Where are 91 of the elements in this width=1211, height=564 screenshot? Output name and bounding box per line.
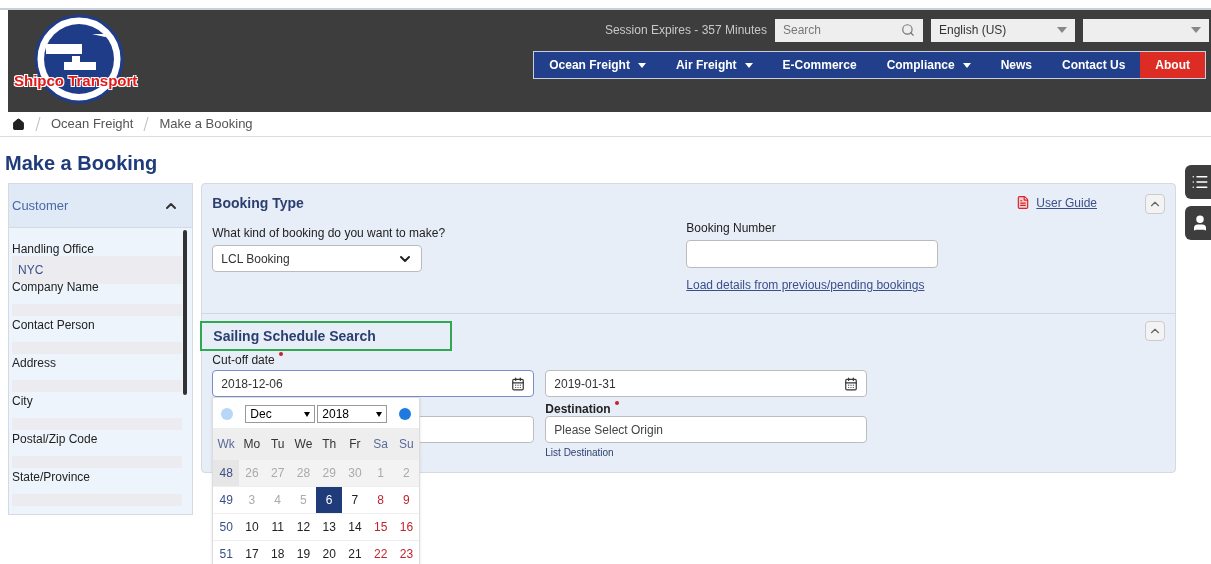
calendar-icon[interactable] — [844, 376, 859, 391]
field-label: State/Province — [12, 469, 92, 484]
breadcrumb-link[interactable]: Make a Booking — [159, 114, 253, 134]
calendar-day[interactable]: 13 — [316, 514, 343, 540]
nav-link[interactable]: Air Freight — [660, 52, 768, 78]
field-label: City — [12, 393, 34, 408]
breadcrumb-separator-icon — [35, 117, 41, 131]
load-details-link[interactable]: Load details from previous/pending bookings — [686, 276, 1017, 294]
caret-icon — [962, 62, 971, 68]
field-label: Destination — [545, 401, 611, 416]
section-title: Booking Type — [212, 194, 305, 213]
caret-icon — [304, 411, 311, 417]
calendar-day[interactable]: 7 — [342, 487, 368, 513]
calendar-day[interactable]: 23 — [393, 541, 420, 564]
field-label: Cut-off date — [212, 352, 275, 369]
calendar-day[interactable]: 12 — [290, 514, 317, 540]
language-select[interactable]: English (US) — [931, 18, 1075, 42]
pdf-file-icon — [1016, 194, 1031, 211]
destination-field[interactable]: Please Select Origin — [545, 416, 868, 443]
nav-link[interactable]: Compliance — [871, 52, 986, 78]
weekday-header: Mo — [242, 436, 262, 453]
side-tab[interactable] — [1185, 206, 1211, 240]
breadcrumb-link[interactable]: Ocean Freight — [51, 114, 134, 134]
field-label: Handling Office — [12, 241, 95, 256]
weekday-header: Su — [398, 436, 415, 453]
weekday-header: Fr — [348, 436, 362, 453]
field-label: Booking Number — [686, 220, 777, 237]
calendar-day[interactable]: 20 — [316, 541, 343, 564]
nav-link[interactable]: About — [1140, 52, 1205, 78]
panel-header[interactable]: Customer — [9, 184, 193, 228]
section-title: Sailing Schedule Search — [200, 321, 453, 351]
calendar-day[interactable]: 14 — [342, 514, 368, 540]
week-number: 49 — [218, 492, 234, 509]
calendar-day[interactable]: 17 — [239, 541, 265, 564]
cutoff-date-field[interactable]: 2018-12-06 — [212, 370, 535, 397]
booking-type-select[interactable]: LCL Booking — [212, 245, 423, 272]
field-label: Postal/Zip Code — [12, 431, 99, 446]
list-icon — [1191, 173, 1209, 191]
caret-icon — [376, 411, 383, 417]
week-number: 51 — [218, 546, 234, 563]
weekday-header: Th — [321, 436, 338, 453]
calendar-day[interactable]: 22 — [367, 541, 394, 564]
user-guide-link[interactable]: User Guide — [1036, 194, 1097, 212]
nav-link[interactable]: News — [985, 52, 1047, 78]
calendar-day[interactable]: 8 — [367, 487, 394, 513]
caret-icon — [1057, 27, 1067, 33]
nav-link[interactable]: Contact Us — [1047, 52, 1141, 78]
caret-icon — [744, 62, 753, 68]
required-icon — [614, 401, 619, 405]
nav-link[interactable]: Ocean Freight — [534, 52, 661, 78]
calendar-day[interactable]: 10 — [239, 514, 265, 540]
field-label: Contact Person — [12, 317, 96, 332]
search-field[interactable]: Search — [775, 18, 923, 42]
session-timer: Session Expires - 357 Minutes — [604, 22, 767, 39]
side-tab[interactable] — [1185, 165, 1211, 199]
required-icon — [278, 352, 283, 356]
person-icon — [1191, 214, 1209, 232]
collapse-button[interactable] — [1145, 321, 1165, 341]
weekday-header: Tu — [269, 436, 286, 453]
search-icon[interactable] — [901, 23, 915, 37]
weekday-header: Sa — [372, 436, 389, 453]
weekday-header: Wk — [216, 436, 236, 453]
breadcrumb-separator-icon — [143, 117, 150, 131]
calendar-day[interactable]: 16 — [393, 514, 420, 540]
calendar-day[interactable]: 6 — [316, 487, 343, 513]
next-month-icon[interactable] — [399, 408, 412, 420]
field-hint: List Destination — [545, 446, 615, 460]
collapse-button[interactable] — [1145, 194, 1165, 214]
calendar-day[interactable]: 21 — [342, 541, 368, 564]
booking-number-field[interactable] — [686, 240, 939, 268]
panel-title: Customer — [12, 196, 69, 215]
caret-icon — [637, 62, 646, 68]
calendar-day[interactable]: 11 — [264, 514, 291, 540]
field-label: Address — [12, 355, 58, 370]
calendar-icon[interactable] — [511, 376, 526, 391]
end-date-field[interactable]: 2019-01-31 — [545, 370, 868, 397]
month-select[interactable]: Dec — [245, 405, 316, 423]
calendar-day[interactable]: 9 — [393, 487, 420, 513]
dropdown-field[interactable] — [1083, 18, 1209, 42]
week-number: 50 — [218, 519, 234, 536]
calendar-day[interactable]: 15 — [367, 514, 394, 540]
page-title: Make a Booking — [4, 151, 159, 176]
home-icon[interactable] — [12, 117, 25, 131]
weekday-header: We — [293, 436, 314, 453]
calendar-day[interactable]: 18 — [264, 541, 291, 564]
caret-icon — [1191, 27, 1201, 33]
week-number: 48 — [213, 460, 240, 486]
year-select[interactable]: 2018 — [317, 405, 388, 423]
field-label: What kind of booking do you want to make? — [212, 225, 447, 242]
calendar-day[interactable]: 19 — [290, 541, 317, 564]
nav-link[interactable]: E-Commerce — [767, 52, 872, 78]
